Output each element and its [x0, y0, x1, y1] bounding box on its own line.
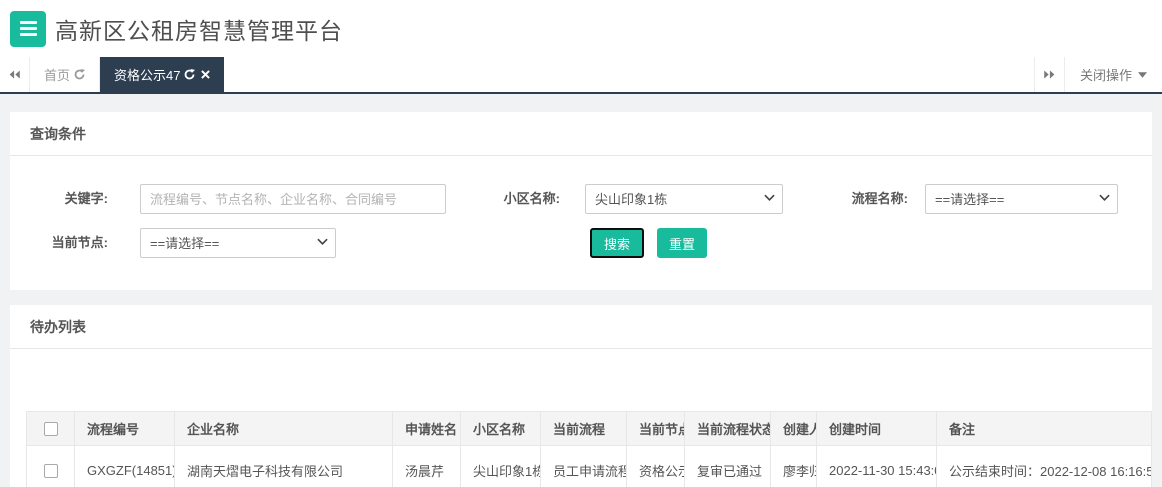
cell-remark: 公示结束时间：2022-12-08 16:16:58 [937, 446, 1152, 487]
select-all-checkbox[interactable] [44, 422, 58, 436]
table-header-row: 流程编号 企业名称 申请姓名 小区名称 当前流程 当前节点 当前流程状态 创建人… [27, 412, 1152, 446]
app-header: 高新区公租房智慧管理平台 [0, 0, 1162, 57]
cell-community: 尖山印象1栋 [461, 446, 541, 487]
tab-qualification-publicity-label: 资格公示47 [114, 65, 180, 84]
col-remark: 备注 [937, 412, 1152, 446]
query-panel-title: 查询条件 [10, 112, 1152, 156]
table-row[interactable]: GXGZF(14851) 湖南天熠电子科技有限公司 汤晨芹 尖山印象1栋 员工申… [27, 446, 1152, 487]
refresh-icon[interactable] [74, 69, 85, 80]
tab-home-label: 首页 [44, 65, 70, 84]
community-select[interactable]: 尖山印象1栋 [585, 184, 783, 214]
scroll-tabs-left-button[interactable] [0, 57, 30, 92]
col-flow-status: 当前流程状态 [685, 412, 771, 446]
cell-applicant: 汤晨芹 [393, 446, 461, 487]
refresh-icon[interactable] [184, 69, 195, 80]
community-name-label: 小区名称: [462, 184, 560, 214]
current-node-label: 当前节点: [10, 228, 108, 258]
close-operations-label: 关闭操作 [1080, 65, 1132, 84]
page-title: 高新区公租房智慧管理平台 [55, 12, 343, 46]
close-tab-icon[interactable] [201, 70, 210, 79]
tab-bar: 首页 资格公示47 关闭操作 [0, 57, 1162, 94]
col-creator: 创建人 [771, 412, 817, 446]
todo-list-panel: 待办列表 流程编号 企业名称 申请姓名 小区名称 当前流程 当前 [10, 305, 1152, 487]
col-created-at: 创建时间 [817, 412, 937, 446]
current-node-select[interactable]: ==请选择== [140, 228, 336, 258]
col-process-no: 流程编号 [75, 412, 175, 446]
todo-table: 流程编号 企业名称 申请姓名 小区名称 当前流程 当前节点 当前流程状态 创建人… [26, 411, 1152, 487]
col-community: 小区名称 [461, 412, 541, 446]
double-chevron-right-icon [1043, 69, 1056, 80]
cell-creator: 廖李归 [771, 446, 817, 487]
row-checkbox[interactable] [44, 464, 58, 478]
main-content: 查询条件 关键字: 小区名称: 尖山印象1栋 流程名称: [0, 94, 1162, 487]
hamburger-menu-button[interactable] [10, 11, 46, 47]
scroll-tabs-right-button[interactable] [1034, 57, 1064, 92]
query-form: 关键字: 小区名称: 尖山印象1栋 流程名称: [10, 156, 1152, 290]
cell-created-at: 2022-11-30 15:43:07 [817, 446, 937, 487]
col-current-flow: 当前流程 [541, 412, 627, 446]
col-current-node: 当前节点 [627, 412, 685, 446]
cell-current-node: 资格公示 [627, 446, 685, 487]
search-button[interactable]: 搜索 [590, 228, 644, 258]
tabbar-spacer [224, 57, 1034, 92]
tab-home[interactable]: 首页 [30, 57, 100, 92]
cell-current-flow: 员工申请流程 [541, 446, 627, 487]
tab-qualification-publicity[interactable]: 资格公示47 [100, 57, 224, 92]
col-company: 企业名称 [175, 412, 393, 446]
close-operations-dropdown[interactable]: 关闭操作 [1064, 57, 1162, 92]
cell-company: 湖南天熠电子科技有限公司 [175, 446, 393, 487]
cell-flow-status: 复审已通过 [685, 446, 771, 487]
query-conditions-panel: 查询条件 关键字: 小区名称: 尖山印象1栋 流程名称: [10, 112, 1152, 290]
caret-down-icon [1138, 72, 1147, 78]
todo-table-container: 流程编号 企业名称 申请姓名 小区名称 当前流程 当前节点 当前流程状态 创建人… [10, 349, 1152, 487]
cell-process-no: GXGZF(14851) [75, 446, 175, 487]
col-applicant: 申请姓名 [393, 412, 461, 446]
process-name-label: 流程名称: [810, 184, 908, 214]
reset-button[interactable]: 重置 [657, 228, 707, 258]
process-select[interactable]: ==请选择== [925, 184, 1118, 214]
double-chevron-left-icon [8, 69, 21, 80]
keyword-label: 关键字: [10, 184, 108, 214]
keyword-input[interactable] [140, 184, 446, 214]
todo-panel-title: 待办列表 [10, 305, 1152, 349]
